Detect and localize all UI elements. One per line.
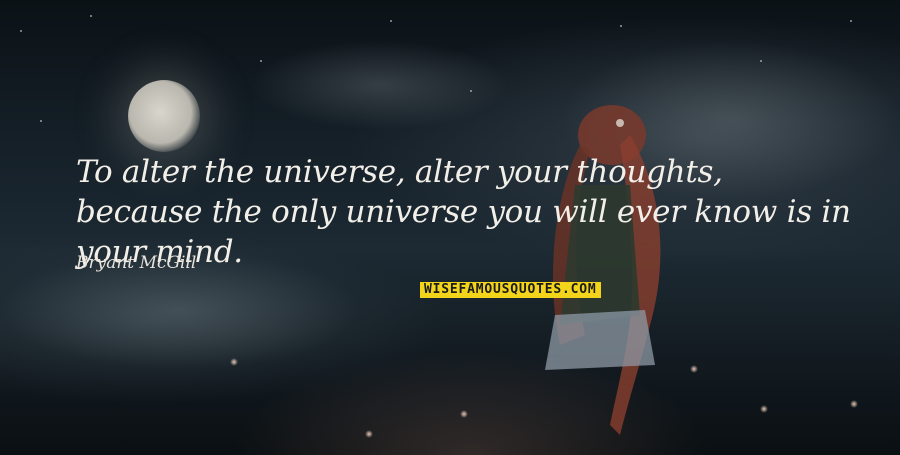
light-glow <box>365 430 373 438</box>
quote-author: Bryant McGill <box>76 253 197 273</box>
star <box>470 90 472 92</box>
light-glow <box>760 405 768 413</box>
star <box>850 20 852 22</box>
light-glow <box>460 410 468 418</box>
star <box>40 120 42 122</box>
light-glow <box>690 365 698 373</box>
star <box>620 25 622 27</box>
star <box>20 30 22 32</box>
star <box>260 60 262 62</box>
anime-girl-figure <box>545 105 661 435</box>
star <box>760 60 762 62</box>
star <box>90 15 92 17</box>
cloud <box>250 40 510 130</box>
moon <box>128 80 200 152</box>
light-glow <box>230 358 238 366</box>
light-glow <box>850 400 858 408</box>
site-watermark: WISEFAMOUSQUOTES.COM <box>420 282 601 298</box>
star <box>390 20 392 22</box>
